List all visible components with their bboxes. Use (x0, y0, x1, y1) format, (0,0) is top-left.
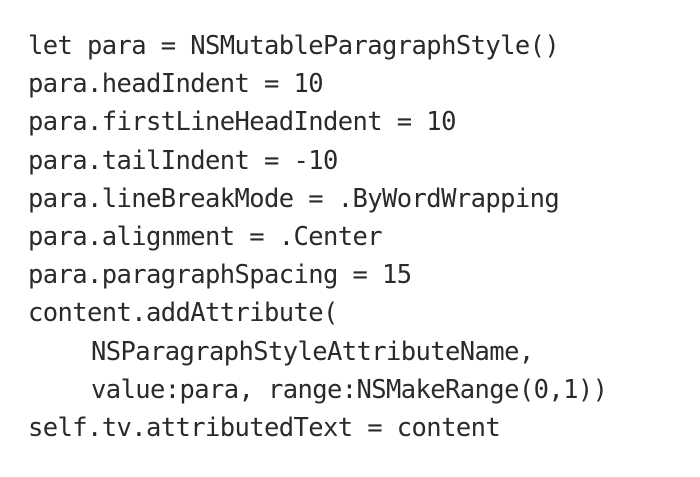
code-line: let para = NSMutableParagraphStyle() (28, 31, 560, 61)
code-line-indented: NSParagraphStyleAttributeName, (91, 336, 534, 367)
code-line: para.tailIndent = -10 (28, 145, 338, 176)
code-line: para.alignment = .Center (28, 221, 383, 252)
code-line: para.lineBreakMode = .ByWordWrapping (28, 183, 560, 214)
code-line: content.addAttribute( (28, 298, 338, 329)
code-snippet: let para = NSMutableParagraphStyle() par… (28, 27, 678, 447)
code-line: para.headIndent = 10 (28, 69, 324, 100)
code-line: self.tv.attributedText = content (28, 412, 501, 443)
code-line: para.firstLineHeadIndent = 10 (28, 107, 456, 138)
code-line-indented: value:para, range:NSMakeRange(0,1)) (91, 374, 608, 405)
code-line: para.paragraphSpacing = 15 (28, 260, 412, 291)
